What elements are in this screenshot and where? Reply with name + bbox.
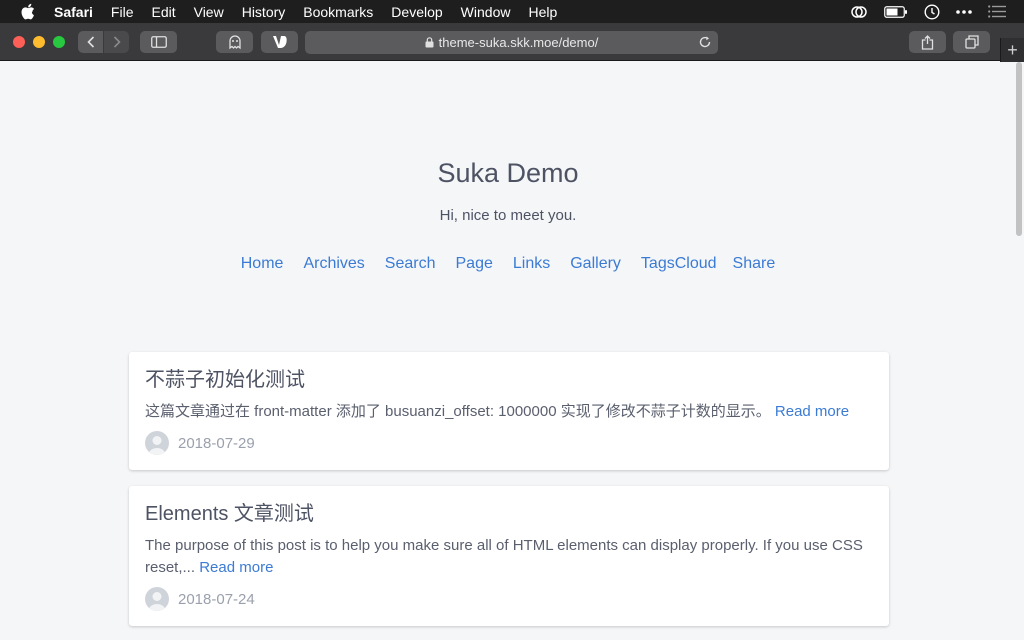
menu-view[interactable]: View: [194, 4, 224, 20]
post-date: 2018-07-29: [178, 434, 255, 452]
nav-links[interactable]: Links: [513, 255, 550, 273]
post-card: 不蒜子初始化测试 这篇文章通过在 front-matter 添加了 busuan…: [129, 352, 889, 470]
user-icon: [148, 436, 166, 455]
lock-icon: [425, 37, 434, 48]
apple-icon[interactable]: [20, 3, 38, 20]
notification-center-icon[interactable]: [988, 5, 1006, 18]
post-meta: 2018-07-24: [145, 587, 873, 611]
nav-share[interactable]: Share: [733, 255, 776, 273]
nav-tagscloud[interactable]: TagsCloud: [641, 255, 717, 273]
menu-develop[interactable]: Develop: [391, 4, 442, 20]
vimium-extension-button[interactable]: [261, 31, 298, 53]
post-card: Elements 文章测试 The purpose of this post i…: [129, 486, 889, 626]
ghostery-icon: [228, 35, 241, 50]
menu-bar: Safari File Edit View History Bookmarks …: [0, 0, 1024, 23]
menu-edit[interactable]: Edit: [151, 4, 175, 20]
share-icon: [921, 34, 934, 50]
read-more-link[interactable]: Read more: [775, 403, 849, 420]
nav-search[interactable]: Search: [385, 255, 436, 273]
chevron-left-icon: [86, 36, 94, 48]
ghost-extension-button[interactable]: [216, 31, 253, 53]
url-text: theme-suka.skk.moe/demo/: [438, 35, 599, 50]
new-tab-button[interactable]: +: [1000, 38, 1024, 62]
menu-help[interactable]: Help: [528, 4, 557, 20]
sidebar-icon: [150, 36, 167, 48]
vimium-icon: [272, 36, 287, 48]
nav-gallery[interactable]: Gallery: [570, 255, 621, 273]
post-meta: 2018-07-29: [145, 431, 873, 455]
more-icon[interactable]: [956, 9, 972, 14]
creative-cloud-icon[interactable]: [850, 5, 868, 19]
post-title[interactable]: 不蒜子初始化测试: [145, 366, 873, 394]
browser-toolbar: theme-suka.skk.moe/demo/: [0, 23, 1024, 61]
post-date: 2018-07-24: [178, 590, 255, 608]
nav-page[interactable]: Page: [456, 255, 493, 273]
reload-icon[interactable]: [698, 35, 712, 49]
site-title: Suka Demo: [437, 158, 579, 188]
user-icon: [148, 592, 166, 611]
forward-button[interactable]: [104, 31, 129, 53]
history-nav: [78, 31, 129, 53]
page-scrollbar[interactable]: [1016, 62, 1022, 236]
post-excerpt: 这篇文章通过在 front-matter 添加了 busuanzi_offset…: [145, 401, 873, 423]
menu-app-safari[interactable]: Safari: [54, 4, 93, 20]
share-button[interactable]: [909, 31, 946, 53]
nav-archives[interactable]: Archives: [303, 255, 364, 273]
minimize-window-button[interactable]: [33, 36, 45, 48]
site-subtitle: Hi, nice to meet you.: [439, 207, 577, 224]
post-title[interactable]: Elements 文章测试: [145, 500, 873, 528]
menu-history[interactable]: History: [242, 4, 286, 20]
plus-icon: +: [1007, 39, 1018, 60]
chevron-right-icon: [113, 36, 121, 48]
post-excerpt: The purpose of this post is to help you …: [145, 535, 873, 579]
menu-window[interactable]: Window: [461, 4, 511, 20]
nav-home[interactable]: Home: [241, 255, 284, 273]
status-area: [850, 0, 1006, 23]
back-button[interactable]: [78, 31, 103, 53]
site-nav: Home Archives Search Page Links Gallery …: [0, 255, 1016, 273]
address-bar[interactable]: theme-suka.skk.moe/demo/: [305, 31, 718, 54]
close-window-button[interactable]: [13, 36, 25, 48]
read-more-link[interactable]: Read more: [199, 559, 273, 576]
zoom-window-button[interactable]: [53, 36, 65, 48]
page-content: Suka Demo Hi, nice to meet you. Home Arc…: [0, 62, 1024, 640]
time-machine-icon[interactable]: [924, 3, 940, 20]
tab-overview-button[interactable]: [953, 31, 990, 53]
avatar: [145, 587, 169, 611]
avatar: [145, 431, 169, 455]
sidebar-button[interactable]: [140, 31, 177, 53]
battery-icon[interactable]: [884, 5, 908, 18]
tabs-icon: [964, 35, 979, 49]
menu-bookmarks[interactable]: Bookmarks: [303, 4, 373, 20]
post-excerpt-text: 这篇文章通过在 front-matter 添加了 busuanzi_offset…: [145, 403, 771, 420]
menu-file[interactable]: File: [111, 4, 134, 20]
